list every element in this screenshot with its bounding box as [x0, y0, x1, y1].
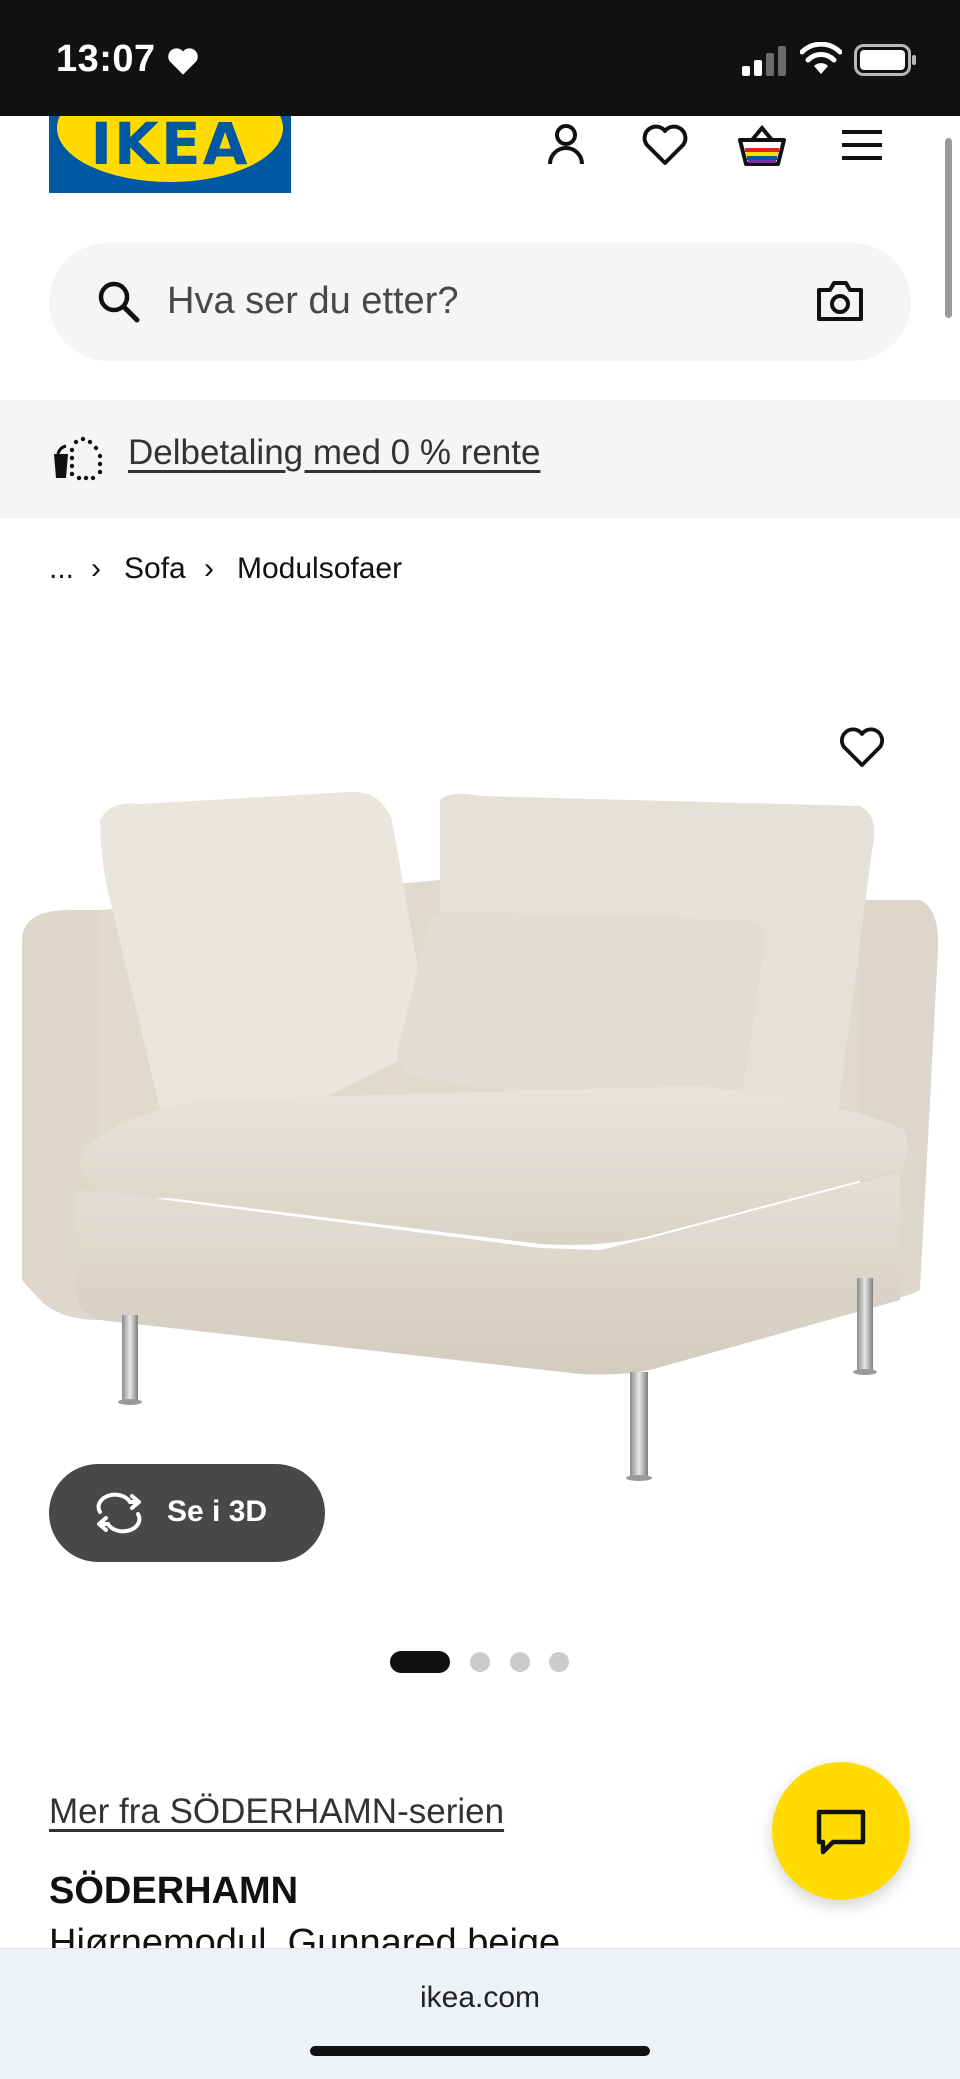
status-time: 13:07	[56, 38, 156, 80]
breadcrumb-ellipsis[interactable]: ...	[49, 552, 74, 586]
rotate-3d-icon	[96, 1492, 142, 1534]
page-scrollbar[interactable]	[945, 138, 952, 318]
gallery-dot[interactable]	[510, 1652, 530, 1672]
logo-text: IKEA	[90, 116, 250, 178]
chat-icon	[816, 1809, 866, 1855]
breadcrumb-modulsofaer[interactable]: Modulsofaer	[237, 552, 402, 586]
breadcrumb-separator: ›	[91, 552, 101, 585]
product-favourite-icon[interactable]	[836, 722, 888, 774]
search-input[interactable]: Hva ser du etter?	[167, 280, 458, 323]
product-image[interactable]	[0, 760, 960, 1520]
camera-icon[interactable]	[815, 278, 865, 324]
product-name: SÖDERHAMN	[49, 1870, 299, 1912]
view-3d-label: Se i 3D	[167, 1495, 268, 1528]
browser-url[interactable]: ikea.com	[0, 1981, 960, 2015]
series-link[interactable]: Mer fra SÖDERHAMN-serien	[49, 1792, 504, 1832]
cart-icon[interactable]	[734, 118, 790, 174]
status-bar: 13:07	[0, 0, 960, 116]
battery-icon	[854, 44, 916, 76]
home-indicator[interactable]	[310, 2046, 650, 2056]
installment-link[interactable]: Delbetaling med 0 % rente	[128, 433, 540, 473]
menu-icon[interactable]	[834, 118, 890, 174]
installment-icon	[54, 436, 103, 481]
gallery-dot-active[interactable]	[390, 1651, 450, 1673]
person-icon[interactable]	[538, 118, 594, 174]
breadcrumb-sofa[interactable]: Sofa	[124, 552, 186, 586]
gallery-dot[interactable]	[549, 1652, 569, 1672]
breadcrumb-separator: ›	[204, 552, 214, 585]
wishlist-heart-icon[interactable]	[637, 118, 693, 174]
wifi-icon	[800, 42, 842, 74]
gallery-dot[interactable]	[470, 1652, 490, 1672]
ikea-logo[interactable]: IKEA	[49, 116, 291, 193]
signal-icon	[742, 46, 786, 76]
search-icon	[98, 281, 140, 323]
heart-icon	[168, 48, 198, 75]
